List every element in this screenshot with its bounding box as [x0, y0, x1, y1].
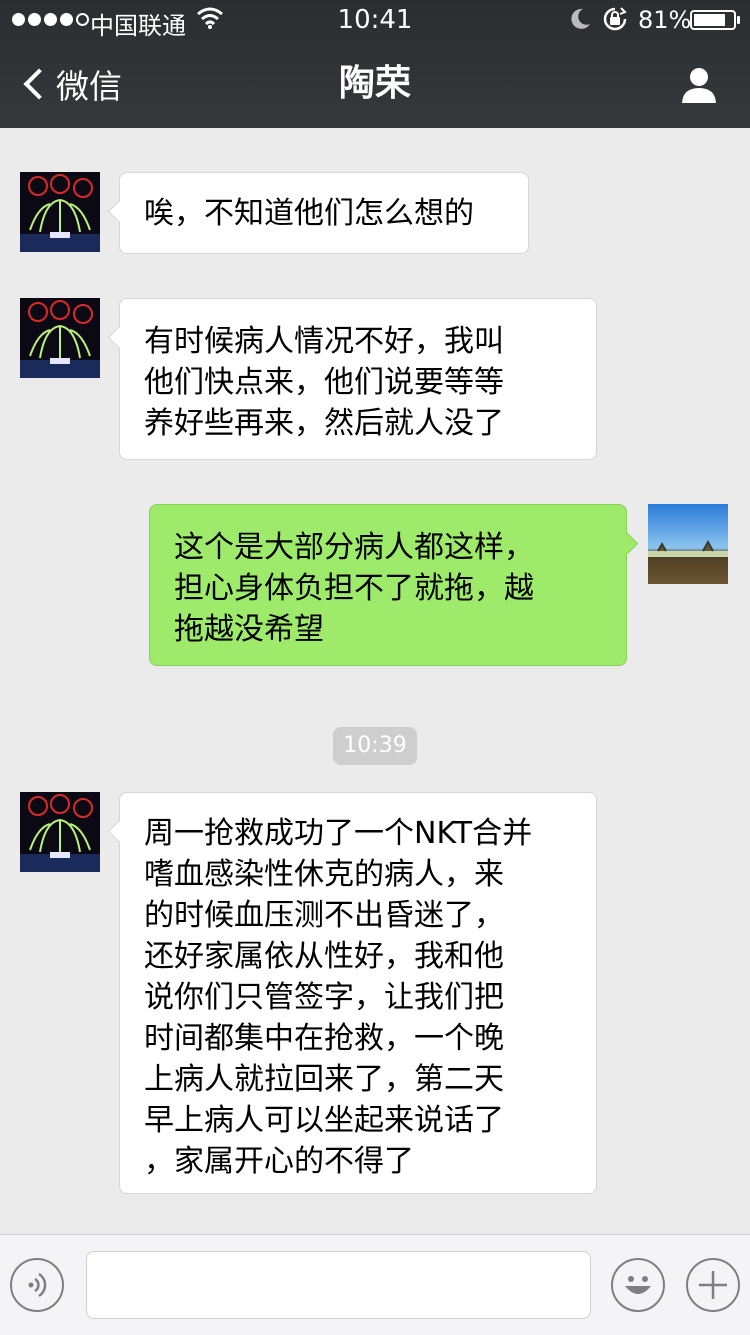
battery-fill [694, 14, 725, 26]
voice-icon [28, 1272, 47, 1298]
plus-icon [699, 1271, 727, 1299]
message-line: 周一抢救成功了一个NKT合并 [144, 816, 533, 851]
self-avatar[interactable] [648, 504, 728, 584]
emoji-icon [625, 1276, 651, 1294]
message-line: 说你们只管签字，让我们把 [144, 980, 504, 1015]
message-line: 这个是大部分病人都这样， [174, 530, 534, 565]
message-bubble[interactable]: 周一抢救成功了一个NKT合并 嗜血感染性休克的病人，来 的时候血压测不出昏迷了，… [119, 792, 597, 1194]
contact-avatar[interactable] [20, 792, 100, 872]
message-line: 他们快点来，他们说要等等 [144, 365, 504, 400]
person-icon[interactable] [680, 66, 718, 104]
message-line: 早上病人可以坐起来说话了 [144, 1103, 504, 1138]
message-bubble[interactable]: 唉，不知道他们怎么想的 [119, 172, 529, 254]
status-bar: 中国联通 10:41 81% [0, 0, 750, 40]
voice-button[interactable] [10, 1258, 64, 1312]
contact-avatar[interactable] [20, 298, 100, 378]
chat-area[interactable]: 唉，不知道他们怎么想的 有时候病人情况不好，我叫 他们快点来，他们说要等等 养好… [0, 128, 750, 1234]
battery-cap [737, 16, 740, 24]
message-line: 担心身体负担不了就拖，越 [174, 571, 534, 606]
message-line: 的时候血压测不出昏迷了， [144, 898, 504, 933]
message-line: 嗜血感染性休克的病人，来 [144, 857, 504, 892]
plus-button[interactable] [686, 1258, 740, 1312]
message-bubble[interactable]: 有时候病人情况不好，我叫 他们快点来，他们说要等等 养好些再来，然后就人没了 [119, 298, 597, 460]
message-line: 有时候病人情况不好，我叫 [144, 324, 504, 359]
message-line: 拖越没希望 [174, 612, 324, 647]
emoji-button[interactable] [611, 1258, 665, 1312]
contact-avatar[interactable] [20, 172, 100, 252]
message-bubble-self[interactable]: 这个是大部分病人都这样， 担心身体负担不了就拖，越 拖越没希望 [149, 504, 627, 666]
input-bar [0, 1234, 750, 1335]
battery-percent: 81% [638, 6, 692, 34]
page-title: 陶荣 [338, 63, 411, 104]
message-line: 养好些再来，然后就人没了 [144, 406, 504, 441]
message-line: 还好家属依从性好，我和他 [144, 939, 504, 974]
rotation-lock-icon [603, 7, 627, 31]
message-line: ，家属开心的不得了 [144, 1144, 414, 1179]
message-line: 唉，不知道他们怎么想的 [144, 196, 474, 231]
moon-icon [571, 8, 590, 29]
battery-icon [690, 10, 736, 30]
message-line: 时间都集中在抢救，一个晚 [144, 1021, 504, 1056]
header: 中国联通 10:41 81% 微信 陶荣 [0, 0, 750, 128]
message-timestamp: 10:39 [333, 727, 417, 765]
message-line: 上病人就拉回来了，第二天 [144, 1062, 504, 1097]
message-input[interactable] [86, 1251, 591, 1319]
